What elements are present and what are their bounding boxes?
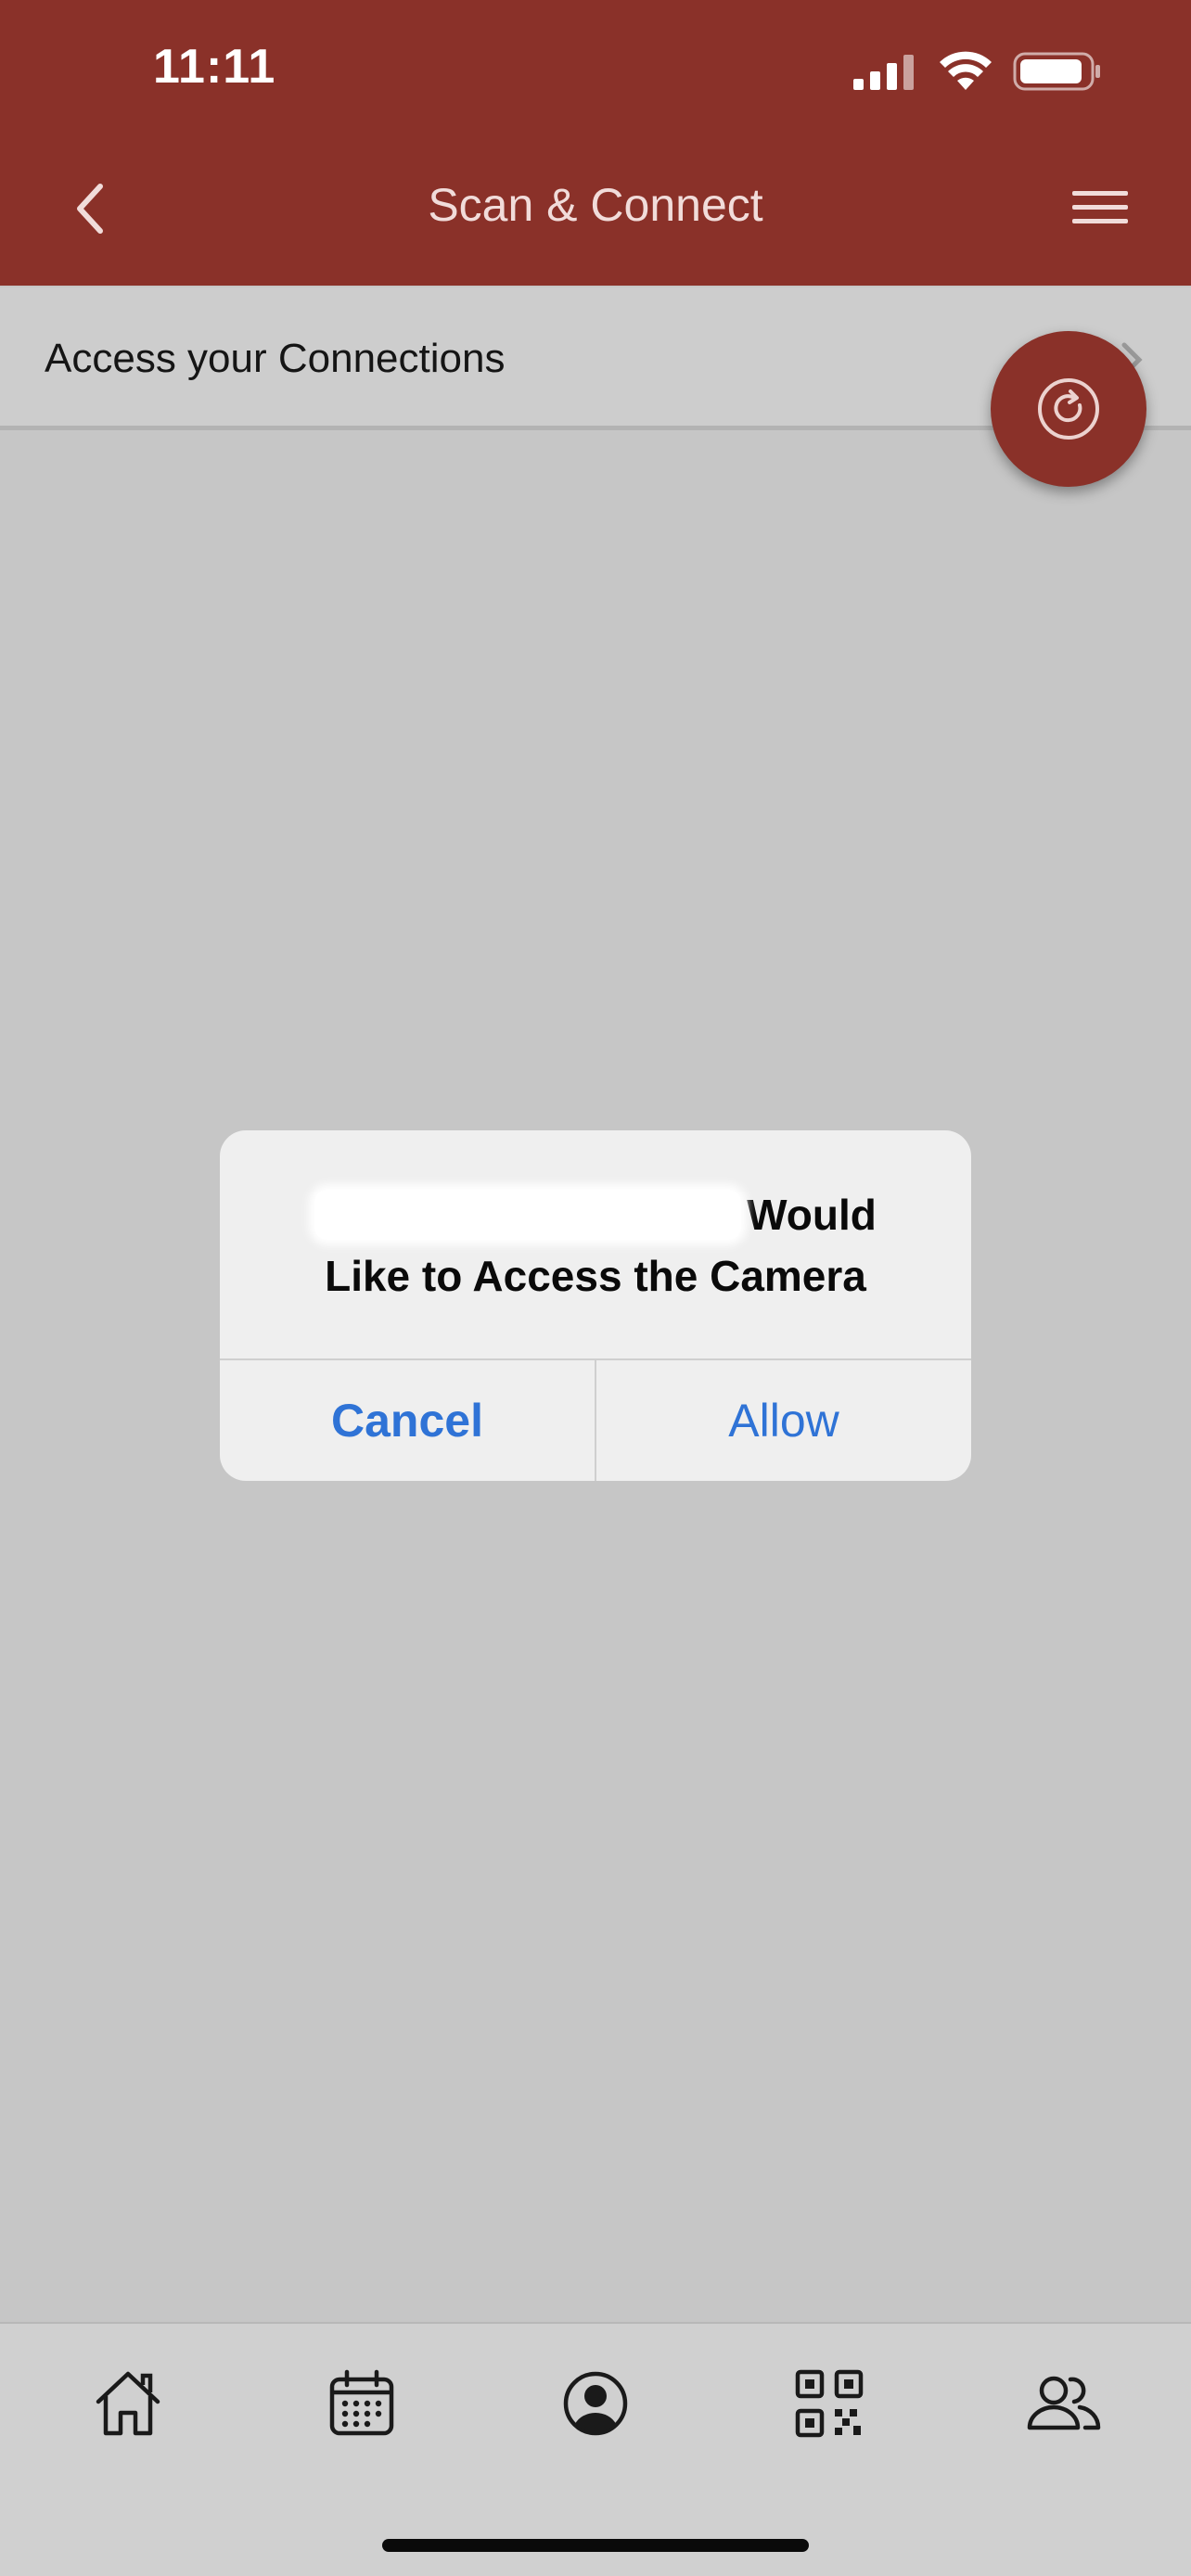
bottom-tab-bar (0, 2322, 1191, 2576)
qr-code-icon (795, 2369, 864, 2438)
wifi-icon (940, 51, 992, 90)
profile-icon (563, 2371, 628, 2436)
calendar-icon (329, 2369, 394, 2436)
tab-profile[interactable] (557, 2365, 634, 2442)
page-title: Scan & Connect (428, 179, 763, 231)
status-icons (853, 48, 1102, 95)
tab-calendar[interactable] (323, 2365, 401, 2442)
status-time: 11:11 (153, 40, 276, 94)
connections-label: Access your Connections (45, 336, 506, 381)
cancel-button[interactable]: Cancel (220, 1360, 595, 1481)
tab-people[interactable] (1024, 2365, 1102, 2442)
people-icon (1027, 2376, 1101, 2430)
app-header: 11:11 Scan & Connect (0, 0, 1191, 286)
dialog-title: Would Like to Access the Camera (257, 1184, 934, 1307)
home-icon (96, 2371, 160, 2436)
hamburger-menu-icon (1072, 191, 1128, 223)
refresh-button[interactable] (991, 331, 1146, 487)
redacted-app-name (314, 1189, 742, 1240)
tab-home[interactable] (89, 2365, 167, 2442)
dialog-title-line2: Like to Access the Camera (325, 1252, 866, 1300)
cellular-signal-icon (853, 55, 914, 90)
refresh-icon (1038, 378, 1099, 440)
camera-permission-dialog: Would Like to Access the Camera Cancel A… (220, 1130, 971, 1481)
dialog-title-line1: Would (747, 1191, 877, 1239)
home-indicator[interactable] (382, 2539, 809, 2552)
tab-qr-scan[interactable] (790, 2365, 868, 2442)
menu-button[interactable] (1070, 185, 1130, 230)
allow-button[interactable]: Allow (596, 1360, 971, 1481)
battery-icon (1013, 52, 1100, 91)
